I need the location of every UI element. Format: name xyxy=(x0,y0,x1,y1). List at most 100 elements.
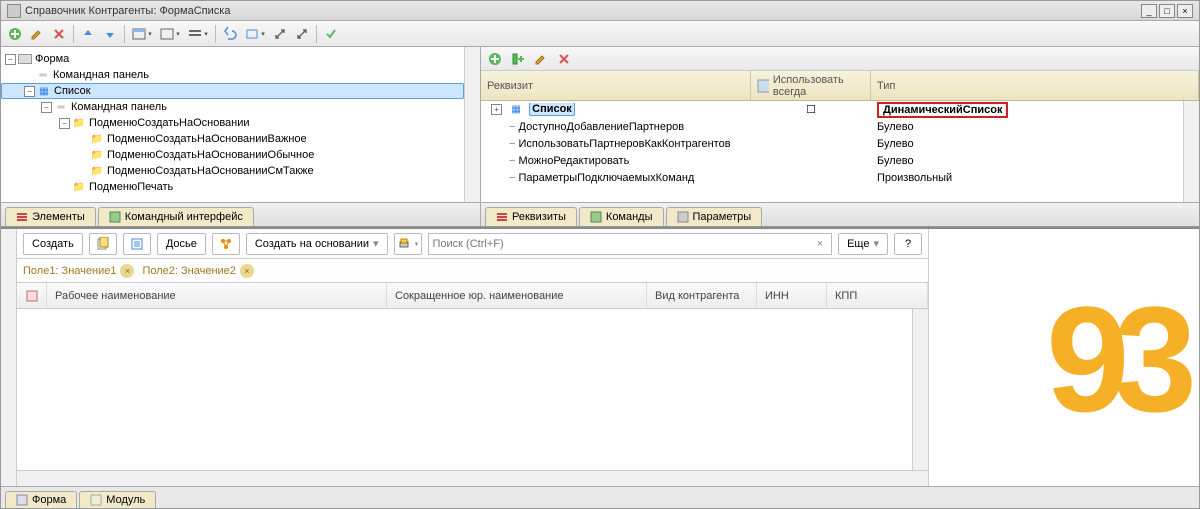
attributes-header: Реквизит Использовать всегда Тип xyxy=(481,71,1199,101)
command-panel-icon: ═ xyxy=(36,69,50,81)
list-button[interactable] xyxy=(123,233,151,255)
attributes-pane: Реквизит Использовать всегда Тип + ▦ С xyxy=(481,47,1199,226)
folder-icon: 📁 xyxy=(72,117,86,129)
edit-attr-button[interactable] xyxy=(531,49,551,69)
attributes-grid[interactable]: + ▦ Список ☐ ДинамическийСписок − Доступ… xyxy=(481,101,1183,202)
close-button[interactable]: × xyxy=(1177,4,1193,18)
tree-item[interactable]: 📁 ПодменюСоздатьНаОснованииВажное xyxy=(1,131,464,147)
col-attribute[interactable]: Реквизит xyxy=(481,71,751,100)
copy-button[interactable] xyxy=(89,233,117,255)
add-col-button[interactable] xyxy=(508,49,528,69)
filter-chip[interactable]: Поле1: Значение1 × xyxy=(23,264,134,278)
tree-item[interactable]: − Форма xyxy=(1,51,464,67)
shape-dropdown[interactable] xyxy=(242,24,268,44)
tree-item[interactable]: − 📁 ПодменюСоздатьНаОсновании xyxy=(1,115,464,131)
scrollbar[interactable] xyxy=(912,309,928,470)
tree-item[interactable]: ═ Командная панель xyxy=(1,67,464,83)
expand-button[interactable] xyxy=(270,24,290,44)
view-dropdown-2[interactable] xyxy=(157,24,183,44)
col-type[interactable]: Вид контрагента xyxy=(647,283,757,308)
elements-tree[interactable]: − Форма ═ Командная панель − ▦ Спи xyxy=(1,47,464,202)
expand-toggle[interactable]: − xyxy=(59,118,70,129)
tab-module[interactable]: Модуль xyxy=(79,491,156,508)
tab-label: Команды xyxy=(606,211,653,223)
tree-item-selected[interactable]: − ▦ Список xyxy=(1,83,464,99)
search-box[interactable]: × xyxy=(428,233,833,255)
view-dropdown-1[interactable] xyxy=(129,24,155,44)
down-button[interactable] xyxy=(100,24,120,44)
col-work-name[interactable]: Рабочее наименование xyxy=(47,283,387,308)
undo-button[interactable] xyxy=(220,24,240,44)
delete-attr-button[interactable] xyxy=(554,49,574,69)
grid-row-selected[interactable]: + ▦ Список ☐ ДинамическийСписок xyxy=(481,101,1183,118)
elements-pane: − Форма ═ Командная панель − ▦ Спи xyxy=(1,47,481,226)
tab-label: Командный интерфейс xyxy=(125,211,243,223)
h-scrollbar[interactable] xyxy=(17,470,928,486)
tab-parameters[interactable]: Параметры xyxy=(666,207,763,226)
clear-search[interactable]: × xyxy=(813,238,827,250)
up-button[interactable] xyxy=(78,24,98,44)
tab-form[interactable]: Форма xyxy=(5,491,77,508)
tree-item[interactable]: 📁 ПодменюПечать xyxy=(1,179,464,195)
attr-type: Булево xyxy=(871,155,1183,167)
tab-attributes[interactable]: Реквизиты xyxy=(485,207,577,226)
tree-label: ПодменюСоздатьНаОснованииСмТакже xyxy=(107,165,314,177)
expand-toggle[interactable]: − xyxy=(5,54,16,65)
dossier-button[interactable]: Досье xyxy=(157,233,206,255)
tab-commands[interactable]: Команды xyxy=(579,207,664,226)
filter-chip[interactable]: Поле2: Значение2 × xyxy=(142,264,253,278)
preview-toolbar: Создать Досье Создать на основании ▾ ▾ ×… xyxy=(17,229,928,259)
col-type[interactable]: Тип xyxy=(871,71,1199,100)
remove-filter-icon[interactable]: × xyxy=(240,264,254,278)
view-dropdown-3[interactable] xyxy=(185,24,211,44)
tree-label: ПодменюСоздатьНаОснованииВажное xyxy=(107,133,307,145)
tree-item[interactable]: 📁 ПодменюСоздатьНаОснованииОбычное xyxy=(1,147,464,163)
grid-row[interactable]: − ПараметрыПодключаемыхКоманд Произвольн… xyxy=(481,169,1183,186)
scrollbar[interactable] xyxy=(464,47,480,202)
tree-label: Форма xyxy=(35,53,69,65)
col-short-name[interactable]: Сокращенное юр. наименование xyxy=(387,283,647,308)
graph-button[interactable] xyxy=(212,233,240,255)
command-icon xyxy=(590,211,602,223)
maximize-button[interactable]: □ xyxy=(1159,4,1175,18)
col-kpp[interactable]: КПП xyxy=(827,283,928,308)
tree-label: ПодменюСоздатьНаОсновании xyxy=(89,117,250,129)
col-inn[interactable]: ИНН xyxy=(757,283,827,308)
tab-command-interface[interactable]: Командный интерфейс xyxy=(98,207,254,226)
search-input[interactable] xyxy=(433,238,813,250)
scrollbar[interactable] xyxy=(1183,101,1199,202)
help-button[interactable]: ? xyxy=(894,233,922,255)
tab-elements[interactable]: Элементы xyxy=(5,207,96,226)
expand-toggle[interactable]: − xyxy=(24,86,35,97)
tab-label: Параметры xyxy=(693,211,752,223)
expand-toggle[interactable]: − xyxy=(41,102,52,113)
row-icon-col[interactable] xyxy=(17,283,47,308)
tree-item[interactable]: − ═ Командная панель xyxy=(1,99,464,115)
use-always-cell[interactable]: ☐ xyxy=(751,103,871,116)
create-based-button[interactable]: Создать на основании ▾ xyxy=(246,233,388,255)
check-button[interactable] xyxy=(321,24,341,44)
grid-row[interactable]: − МожноРедактировать Булево xyxy=(481,152,1183,169)
grid-icon xyxy=(757,79,769,93)
expand-toggle[interactable]: + xyxy=(491,104,502,115)
grid-row[interactable]: − ДоступноДобавлениеПартнеров Булево xyxy=(481,118,1183,135)
add-button[interactable] xyxy=(5,24,25,44)
grid-row[interactable]: − ИспользоватьПартнеровКакКонтрагентов Б… xyxy=(481,135,1183,152)
preview-grid-body[interactable] xyxy=(17,309,912,470)
col-use-always[interactable]: Использовать всегда xyxy=(751,71,871,100)
delete-button[interactable] xyxy=(49,24,69,44)
tree-label: Командная панель xyxy=(53,69,149,81)
attr-type: Булево xyxy=(871,138,1183,150)
bottom-tabs: Форма Модуль xyxy=(1,486,1199,508)
command-icon xyxy=(109,211,121,223)
tree-item[interactable]: 📁 ПодменюСоздатьНаОснованииСмТакже xyxy=(1,163,464,179)
print-button[interactable]: ▾ xyxy=(394,233,422,255)
collapse-button[interactable] xyxy=(292,24,312,44)
add-attr-button[interactable] xyxy=(485,49,505,69)
folder-icon: 📁 xyxy=(90,149,104,161)
more-button[interactable]: Еще ▾ xyxy=(838,233,888,255)
minimize-button[interactable]: _ xyxy=(1141,4,1157,18)
create-button[interactable]: Создать xyxy=(23,233,83,255)
remove-filter-icon[interactable]: × xyxy=(120,264,134,278)
edit-button[interactable] xyxy=(27,24,47,44)
